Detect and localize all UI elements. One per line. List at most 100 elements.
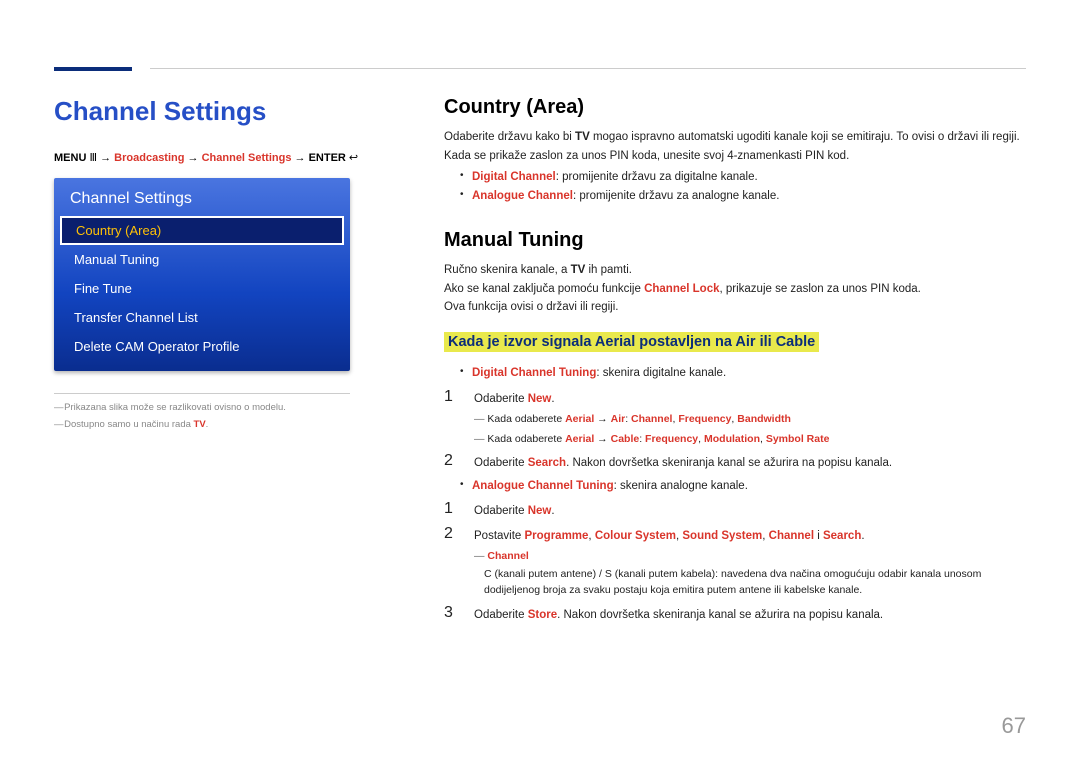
footnote-tv: Dostupno samo u načinu rada TV. <box>54 419 390 430</box>
lbl: C <box>484 568 492 580</box>
lbl: Search <box>823 530 861 542</box>
left-column: Channel Settings MENU Ⅲ → Broadcasting →… <box>54 40 390 628</box>
txt: mogao ispravno automatski ugoditi kanale… <box>590 131 1020 143</box>
menu-item-transfer-list[interactable]: Transfer Channel List <box>54 303 350 332</box>
country-bullets: Digital Channel: promijenite državu za d… <box>444 168 1026 205</box>
country-para2: Kada se prikaže zaslon za unos PIN koda,… <box>444 148 1026 165</box>
lbl: Colour System <box>595 530 676 542</box>
page-number: 67 <box>1002 713 1026 739</box>
lbl: Channel <box>769 530 814 542</box>
txt: . <box>861 530 864 542</box>
step-1: 1 Odaberite New. Kada odaberete Aerial →… <box>444 387 1026 448</box>
lbl: Sound System <box>682 530 762 542</box>
step-3: 3 Odaberite Store. Nakon dovršetka skeni… <box>444 603 1026 624</box>
txt: : promijenite državu za digitalne kanale… <box>556 171 758 183</box>
lbl: Air <box>611 413 626 425</box>
label: Digital Channel <box>472 171 556 183</box>
txt: . <box>551 393 554 405</box>
step-num: 2 <box>444 451 464 470</box>
bullet-act: Analogue Channel Tuning: skenira analogn… <box>472 477 1026 495</box>
bullet-digital-channel: Digital Channel: promijenite državu za d… <box>472 168 1026 186</box>
step-num: 1 <box>444 387 464 406</box>
menu-item-country[interactable]: Country (Area) <box>60 216 344 245</box>
txt: Odaberite <box>474 457 528 469</box>
lbl: Channel <box>487 550 528 562</box>
label: Store <box>528 609 557 621</box>
txt: : skenira analogne kanale. <box>614 480 748 492</box>
txt: . Nakon dovršetka skeniranja kanal se až… <box>566 457 892 469</box>
lbl: Cable <box>611 433 640 445</box>
step-1b: 1 Odaberite New. <box>444 499 1026 520</box>
lbl: Symbol Rate <box>766 433 830 445</box>
footnote-tv-post: . <box>206 419 209 430</box>
heading-manual: Manual Tuning <box>444 229 1026 252</box>
lbl: Programme <box>525 530 589 542</box>
footnote-tv-red: TV <box>194 419 206 430</box>
txt: : promijenite državu za analogne kanale. <box>573 190 780 202</box>
menu-item-fine-tune[interactable]: Fine Tune <box>54 274 350 303</box>
label: Analogue Channel <box>472 190 573 202</box>
page-title: Channel Settings <box>54 96 390 127</box>
dct-bullet: Digital Channel Tuning: skenira digitaln… <box>444 364 1026 382</box>
right-column: Country (Area) Odaberite državu kako bi … <box>444 40 1026 628</box>
label: New <box>528 393 552 405</box>
bc-channel-settings: Channel Settings <box>202 152 292 164</box>
txt: i <box>814 530 823 542</box>
menu-screenshot: Channel Settings Country (Area) Manual T… <box>54 178 350 371</box>
bc-arrow: → <box>184 152 201 164</box>
lbl: Frequency <box>678 413 731 425</box>
menu-item-manual-tuning[interactable]: Manual Tuning <box>54 245 350 274</box>
bullet-dct: Digital Channel Tuning: skenira digitaln… <box>472 364 1026 382</box>
lbl: Frequency <box>645 433 698 445</box>
footnote-model: Prikazana slika može se razlikovati ovis… <box>54 402 390 413</box>
page: Channel Settings MENU Ⅲ → Broadcasting →… <box>0 0 1080 658</box>
txt: ih pamti. <box>585 264 632 276</box>
lbl: Aerial <box>565 433 594 445</box>
lbl: S <box>605 568 612 580</box>
txt: Ručno skenira kanale, a <box>444 264 571 276</box>
txt: : skenira digitalne kanale. <box>596 367 726 379</box>
step-body: Postavite Programme, Colour System, Soun… <box>474 524 1026 599</box>
step-body: Odaberite Search. Nakon dovršetka skenir… <box>474 451 1026 472</box>
heading-country: Country (Area) <box>444 96 1026 119</box>
step-2b: 2 Postavite Programme, Colour System, So… <box>444 524 1026 599</box>
lbl: Modulation <box>704 433 760 445</box>
txt: Ako se kanal zaključa pomoću funkcije <box>444 283 644 295</box>
footnote-tv-pre: Dostupno samo u načinu rada <box>64 419 193 430</box>
step-body: Odaberite Store. Nakon dovršetka skenira… <box>474 603 1026 624</box>
manual-para2: Ako se kanal zaključa pomoću funkcije Ch… <box>444 281 1026 298</box>
bullet-analogue-channel: Analogue Channel: promijenite državu za … <box>472 187 1026 205</box>
txt: Odaberite <box>474 609 528 621</box>
sub-channel-desc: C (kanali putem antene) / S (kanali pute… <box>484 567 1026 599</box>
step-body: Odaberite New. Kada odaberete Aerial → A… <box>474 387 1026 448</box>
manual-para1: Ručno skenira kanale, a TV ih pamti. <box>444 262 1026 279</box>
bc-menu: MENU <box>54 152 86 164</box>
bc-enter: ENTER <box>309 152 346 164</box>
highlight-heading: Kada je izvor signala Aerial postavljen … <box>444 332 819 352</box>
step-num: 3 <box>444 603 464 622</box>
lbl: Channel <box>631 413 672 425</box>
txt: . <box>551 505 554 517</box>
label: New <box>528 505 552 517</box>
menu-icon: Ⅲ <box>89 152 97 164</box>
txt: → <box>594 433 610 445</box>
txt-bold: TV <box>571 264 586 276</box>
txt: . Nakon dovršetka skeniranja kanal se až… <box>557 609 883 621</box>
act-bullet: Analogue Channel Tuning: skenira analogn… <box>444 477 1026 495</box>
lbl: Aerial <box>565 413 594 425</box>
menu-title: Channel Settings <box>54 178 350 216</box>
top-accent <box>54 67 132 71</box>
txt: Postavite <box>474 530 525 542</box>
step-num: 2 <box>444 524 464 543</box>
txt: Kada odaberete <box>487 433 565 445</box>
txt: , prikazuje se zaslon za unos PIN koda. <box>719 283 920 295</box>
country-para1: Odaberite državu kako bi TV mogao isprav… <box>444 129 1026 146</box>
manual-para3: Ova funkcija ovisi o državi ili regiji. <box>444 299 1026 316</box>
menu-item-delete-cam[interactable]: Delete CAM Operator Profile <box>54 332 350 361</box>
label: Channel Lock <box>644 283 719 295</box>
lbl: Bandwidth <box>737 413 791 425</box>
bc-broadcasting: Broadcasting <box>114 152 184 164</box>
txt: → <box>594 413 610 425</box>
label: Search <box>528 457 566 469</box>
label: Digital Channel Tuning <box>472 367 596 379</box>
